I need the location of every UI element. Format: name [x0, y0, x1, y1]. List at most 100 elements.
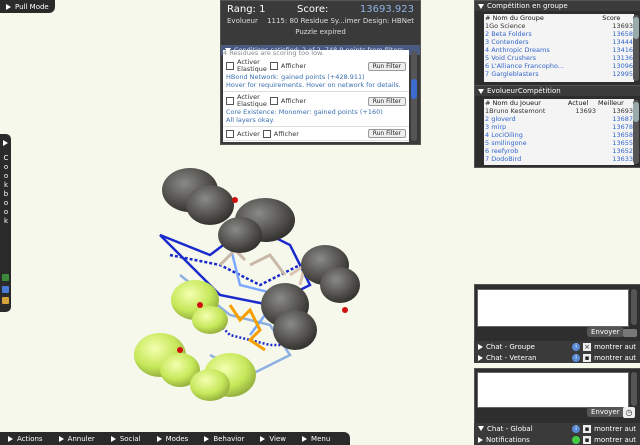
conditions-scrollbar[interactable] — [411, 51, 417, 141]
info-icon[interactable]: i — [572, 342, 581, 351]
chat-group-row[interactable]: Chat - Groupe i × montrer aut — [474, 341, 640, 352]
evolver-competition-header[interactable]: EvolueurCompétition — [475, 86, 640, 96]
chat-lower-panel: Envoyer ◷ — [474, 368, 640, 425]
group-competition-title: Compétition en groupe — [487, 2, 568, 10]
close-icon[interactable]: ▪ — [583, 435, 592, 444]
table-row[interactable]: 1Bruno Kestemont 13693 13693 — [484, 107, 634, 115]
score-label: Score: — [296, 4, 329, 15]
evolver-table: # Nom du Joueur Actuel Meilleur 1Bruno Kes… — [484, 99, 634, 165]
enable-checkbox[interactable] — [226, 129, 234, 138]
menu-label: Modes — [165, 434, 189, 443]
menu-label: View — [269, 434, 287, 443]
menu-behavior[interactable]: Behavior — [196, 435, 252, 443]
chat-global-row[interactable]: Chat - Global i ▪ montrer aut — [474, 423, 640, 434]
cond-overflow: 4 Residues are scoring too low. — [223, 50, 324, 57]
table-row[interactable]: 3 mirp 13678 — [484, 123, 634, 131]
chat-scrollbar[interactable] — [631, 289, 637, 325]
condition-desc: All layers okay. — [226, 116, 275, 124]
table-row[interactable]: 2 Beta Folders 13658 — [484, 30, 634, 38]
play-icon — [302, 435, 308, 442]
menu-social[interactable]: Social — [103, 435, 149, 443]
collapse-icon — [478, 88, 484, 94]
table-row[interactable]: 7 Gargleblasters 12995 — [484, 70, 634, 78]
menu-label: Social — [119, 434, 141, 443]
chat-scrollbar[interactable] — [631, 372, 637, 406]
menu-label: Annuler — [67, 434, 95, 443]
script-icon[interactable] — [2, 274, 9, 281]
expand-icon — [478, 343, 483, 350]
info-icon[interactable]: i — [572, 353, 581, 362]
show-checkbox[interactable] — [262, 129, 271, 138]
table-row[interactable]: 4 LociOiling 13658 — [484, 131, 634, 139]
show-auto-label: montrer aut — [594, 435, 636, 444]
col-score: Score — [602, 14, 621, 22]
clock-icon[interactable]: ◷ — [623, 407, 635, 418]
show-checkbox[interactable] — [269, 62, 278, 70]
condition-desc: Hover for requirements. Hover on network… — [226, 81, 401, 89]
status-icon[interactable] — [572, 435, 581, 444]
protein-viewport[interactable] — [100, 145, 390, 435]
table-row[interactable]: 6 L'Alliance Francopho... 13096 — [484, 62, 634, 70]
play-icon — [204, 435, 210, 442]
close-icon[interactable]: × — [583, 342, 592, 351]
group-scrollbar[interactable] — [633, 15, 639, 81]
menu-actions[interactable]: Actions — [0, 435, 51, 443]
play-icon — [260, 435, 266, 442]
enable-checkbox[interactable] — [226, 62, 234, 70]
table-row[interactable]: 3 Contenders 13444 — [484, 38, 634, 46]
play-icon — [58, 435, 64, 442]
score-value: 13693.923 — [359, 4, 414, 15]
menu-undo[interactable]: Annuler — [51, 435, 103, 443]
table-row[interactable]: 2 gloverd 13687 — [484, 115, 634, 123]
cookbook-letter: o — [3, 199, 9, 207]
evolver-scrollbar[interactable] — [633, 100, 639, 164]
menu-modes[interactable]: Modes — [149, 435, 197, 443]
run-filter-button[interactable]: Run Filter — [367, 61, 406, 71]
run-filter-button[interactable]: Run Filter — [367, 129, 406, 138]
pull-mode-label: Pull Mode — [15, 2, 49, 11]
cookbook-letter: k — [3, 181, 9, 189]
conditions-list: 4 Residues are scoring too low. Activer E… — [223, 50, 409, 142]
col-group-name: # Nom du Groupe — [485, 14, 544, 22]
chat-veteran-row[interactable]: Chat - Veteran i ▪ montrer aut — [474, 352, 640, 363]
chat-options-icon[interactable] — [623, 329, 637, 337]
condition-title: HBond Network: gained points (+428.911) — [226, 73, 365, 81]
enable-checkbox[interactable] — [226, 97, 234, 105]
cookbook-letter: o — [3, 208, 9, 216]
show-checkbox[interactable] — [269, 97, 278, 105]
puzzle-name: 1115: 80 Residue Sy...imer Design: HBNet — [267, 17, 414, 25]
cookbook-tab[interactable]: C o o k b o o k — [0, 134, 11, 312]
recipe-icon[interactable] — [2, 297, 9, 304]
enable-label: Activer — [237, 129, 260, 138]
menu-label: Menu — [311, 434, 331, 443]
table-row[interactable]: 5 smilingone 13655 — [484, 139, 634, 147]
send-button[interactable]: Envoyer — [587, 327, 624, 337]
folder-icon[interactable] — [2, 286, 9, 293]
cookbook-letter: o — [3, 163, 9, 171]
run-filter-button[interactable]: Run Filter — [367, 96, 406, 106]
menu-menu[interactable]: Menu — [294, 435, 338, 443]
condition-item: Activer Afficher Run Filter — [223, 127, 409, 141]
menu-label: Actions — [17, 434, 43, 443]
condition-title: Core Existence: Monomer: gained points (… — [226, 108, 383, 116]
table-row[interactable]: 7 DodoBird 13633 — [484, 155, 634, 163]
elastic-label: Elastique — [237, 65, 267, 73]
table-row[interactable]: 1Go Science 13693 — [484, 22, 634, 30]
notifications-row[interactable]: Notifications ▪ montrer aut — [474, 434, 640, 445]
table-row[interactable]: 5 Void Crushers 13136 — [484, 54, 634, 62]
show-auto-label: montrer aut — [594, 353, 636, 362]
condition-item: Activer Elastique Afficher Run Filter HBo… — [223, 57, 409, 92]
group-table: # Nom du Groupe Score 1Go Science 13693 2 … — [484, 14, 634, 82]
col-best: Meilleur — [598, 99, 624, 107]
menu-view[interactable]: View — [252, 435, 294, 443]
pull-mode-button[interactable]: Pull Mode — [0, 0, 55, 13]
group-competition-header[interactable]: Compétition en groupe — [475, 1, 640, 11]
info-icon[interactable]: i — [572, 424, 581, 433]
evolver-competition-panel: EvolueurCompétition # Nom du Joueur Actue… — [474, 85, 640, 168]
close-icon[interactable]: ▪ — [583, 424, 592, 433]
close-icon[interactable]: ▪ — [583, 353, 592, 362]
table-row[interactable]: 6 reefyrob 13652 — [484, 147, 634, 155]
show-label: Afficher — [280, 97, 306, 105]
table-row[interactable]: 4 Anthropic Dreams 13416 — [484, 46, 634, 54]
send-button[interactable]: Envoyer — [587, 407, 624, 417]
